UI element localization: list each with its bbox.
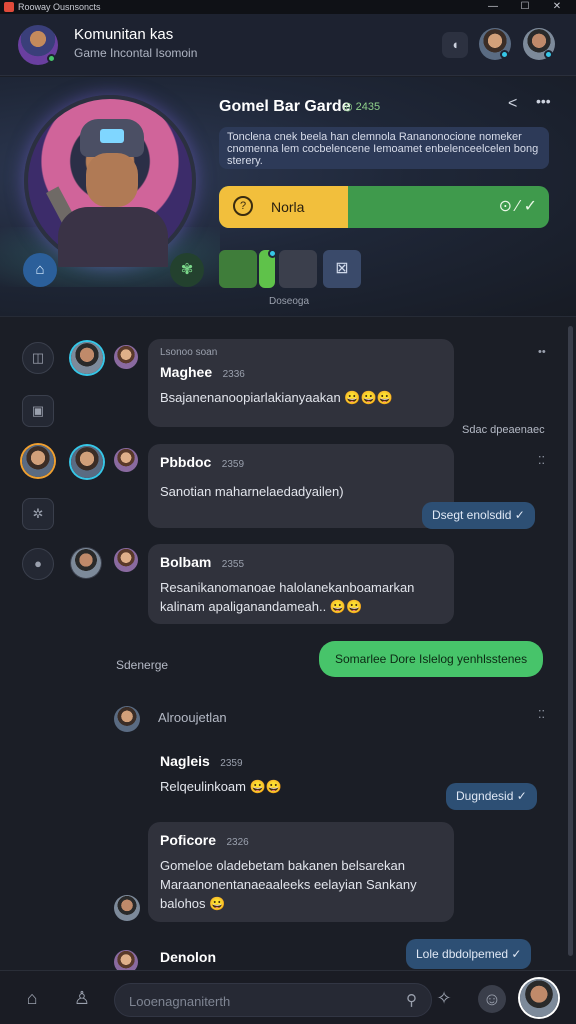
- message-bubble[interactable]: Lsonoo soan Maghee 2336 Bsajanenanoopiar…: [148, 339, 454, 427]
- message-header: Lsonoo soan: [160, 347, 218, 358]
- community-title: Komunitan kas: [74, 26, 174, 43]
- chat-scrollbar[interactable]: [568, 326, 573, 956]
- layers-icon[interactable]: ◫: [22, 342, 54, 374]
- emoji-icon: 😀: [209, 896, 226, 911]
- message-bubble[interactable]: Bolbam 2355 Resanikanomanoae halolanekan…: [148, 544, 454, 624]
- compass-icon[interactable]: ✧: [432, 986, 456, 1010]
- member-status-dot: [544, 50, 553, 59]
- search-bar[interactable]: ⚲: [114, 983, 432, 1017]
- leaf-icon[interactable]: ✾: [170, 253, 204, 287]
- search-input[interactable]: [129, 991, 379, 1011]
- outgoing-message-green[interactable]: Somarlee Dore Islelog yenhlsstenes: [319, 641, 544, 677]
- side-note: Sdac dpeaenaec: [462, 424, 545, 436]
- online-status-dot: [47, 54, 56, 63]
- question-icon: ?: [233, 196, 253, 216]
- message-time: 2359: [221, 459, 245, 470]
- window-titlebar: Rooway Ousnsoncts — ☐ ✕: [0, 0, 576, 14]
- game-title: Gomel Bar Garde: [219, 98, 351, 115]
- shield-icon[interactable]: ⌂: [23, 253, 57, 287]
- my-avatar[interactable]: [520, 979, 558, 1017]
- emoji-icon: 😀😀: [329, 599, 363, 614]
- settings-icon[interactable]: ✲: [22, 498, 54, 530]
- hero-visor: [100, 129, 124, 143]
- message-text: Resanikanomanoae halolanekanboamarkan ka…: [160, 580, 415, 614]
- member-status-dot: [500, 50, 509, 59]
- hero-face: [86, 153, 138, 207]
- speech-bubble-icon[interactable]: ◖: [442, 32, 468, 58]
- map-icon[interactable]: ⊠: [323, 250, 361, 288]
- user-avatar[interactable]: [71, 342, 103, 374]
- share-icon[interactable]: <: [508, 95, 517, 113]
- team-tile-soldier[interactable]: [219, 250, 257, 288]
- user-avatar[interactable]: [71, 548, 101, 578]
- message-bubble[interactable]: Pbbdoc 2359 Sanotian maharnelaedadyailen…: [148, 444, 454, 528]
- game-meta: ◎ 2435: [343, 101, 381, 113]
- user-avatar[interactable]: [114, 448, 138, 472]
- tiles-caption: Doseoga: [268, 296, 310, 307]
- rail-avatar[interactable]: [22, 445, 54, 477]
- home-icon[interactable]: ⌂: [20, 986, 44, 1010]
- message-time: 2359: [220, 758, 243, 769]
- message-text: Sanotian maharnelaedadyailen): [160, 484, 344, 499]
- emoji-icon: 😀😀: [249, 779, 282, 794]
- more-icon[interactable]: ••: [538, 346, 546, 358]
- emoji-icon: 😀😀😀: [344, 390, 393, 405]
- outgoing-message[interactable]: Dugndesid ✓: [446, 783, 537, 810]
- message-author: Poficore: [160, 832, 217, 848]
- game-banner: ⌂ ✾ Gomel Bar Garde ◎ 2435 < ••• Tonclen…: [0, 77, 576, 317]
- message-author: Bolbam: [160, 554, 212, 570]
- message-bubble[interactable]: Poficore 2326 Gomeloe oladebetam bakanen…: [148, 822, 454, 922]
- user-avatar[interactable]: [114, 895, 140, 921]
- community-subtitle: Game Incontal Isomoin: [74, 46, 198, 60]
- message-time: 2336: [222, 369, 245, 380]
- more-icon[interactable]: ⁚⁚: [538, 454, 545, 467]
- message-text: Relqeulinkoam: [160, 779, 246, 794]
- hero-avatar[interactable]: [24, 95, 196, 267]
- app-header: Komunitan kas Game Incontal Isomoin ◖: [0, 14, 576, 76]
- message-time: 2326: [226, 837, 249, 848]
- emoji-picker-icon[interactable]: ☺: [478, 985, 506, 1013]
- search-icon[interactable]: ⚲: [406, 991, 417, 1009]
- image-icon[interactable]: ▣: [22, 395, 54, 427]
- message-author: Pbbdoc: [160, 454, 212, 470]
- section-label: Sdenerge: [116, 658, 169, 672]
- nodes-progress-bar[interactable]: ? Norla ⊙ ⁄ ✓: [219, 186, 549, 228]
- profile-icon[interactable]: ♙: [70, 986, 94, 1010]
- user-avatar[interactable]: [114, 706, 140, 732]
- user-avatar[interactable]: [71, 446, 103, 478]
- app-icon: [4, 2, 14, 12]
- message-text: Bsajanenanoopiarlakianyaakan: [160, 390, 341, 405]
- user-avatar[interactable]: [114, 345, 138, 369]
- message-text: Gomeloe oladebetam bakanen belsarekan Ma…: [160, 858, 417, 911]
- team-status-dot: [268, 249, 277, 258]
- message-author: Nagleis: [160, 753, 210, 769]
- nodes-label: Norla: [271, 199, 305, 215]
- message-time: 2355: [221, 559, 245, 570]
- user-icon[interactable]: ●: [22, 548, 54, 580]
- user-avatar[interactable]: [114, 548, 138, 572]
- close-button[interactable]: ✕: [538, 0, 576, 14]
- message-author: Maghee: [160, 364, 213, 380]
- more-icon[interactable]: ⁚⁚: [538, 708, 545, 721]
- message-plain[interactable]: Nagleis 2359 Relqeulinkoam 😀😀: [160, 753, 282, 795]
- outgoing-message[interactable]: Dsegt enolsdid ✓: [422, 502, 535, 529]
- game-description: Tonclena cnek beela han clemnola Rananon…: [219, 127, 549, 169]
- hero-body: [58, 207, 168, 267]
- checkmark-icon: ⊙ ⁄ ✓: [498, 198, 537, 215]
- team-tile-player[interactable]: [279, 250, 317, 288]
- message-author: Denolon: [160, 949, 216, 965]
- bottom-bar: ⌂ ♙ ⚲ ✧ ☺: [0, 970, 576, 1024]
- system-message: Alrooujetlan: [158, 710, 227, 725]
- window-title: Rooway Ousnsoncts: [18, 2, 101, 12]
- more-options-icon[interactable]: •••: [536, 93, 551, 109]
- outgoing-message[interactable]: Lole dbdolpemed ✓: [406, 939, 532, 969]
